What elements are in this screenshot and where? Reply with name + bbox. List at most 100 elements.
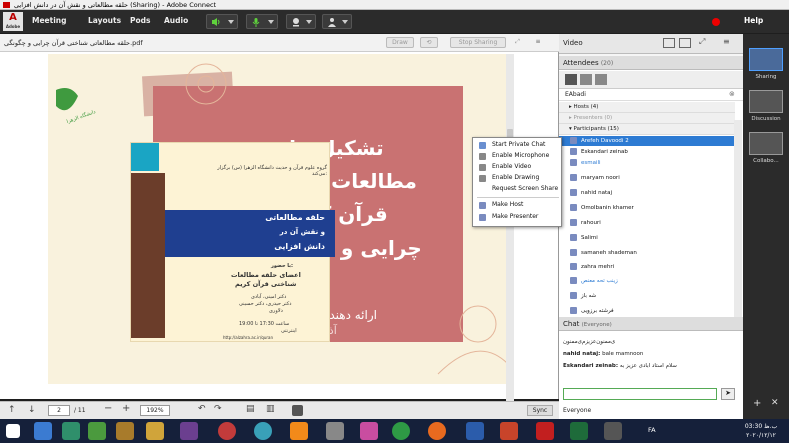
pod-menu-icon[interactable]: ≡ (723, 37, 730, 46)
attendees-scrollbar[interactable] (734, 120, 742, 342)
rotate-right-icon[interactable]: ↷ (214, 404, 222, 414)
word-icon[interactable] (466, 422, 484, 440)
user-icon (570, 234, 577, 241)
attendee-row[interactable]: زینب تحه معنص (559, 276, 735, 286)
taskbar-app-icon[interactable] (360, 422, 378, 440)
make-presenter-menu-item[interactable]: Make Presenter (473, 212, 561, 222)
attendee-row[interactable]: zahra mehri (559, 262, 735, 272)
fullscreen-icon[interactable]: ⤢ (699, 37, 705, 47)
add-layout-icon[interactable]: + (753, 398, 761, 409)
draw-button[interactable]: Draw (386, 37, 414, 48)
taskbar-app-icon[interactable] (180, 422, 198, 440)
user-icon (570, 137, 577, 144)
taskbar-app-icon[interactable] (218, 422, 236, 440)
rotate-left-icon[interactable]: ↶ (198, 404, 206, 414)
grid-view-icon[interactable] (663, 38, 675, 48)
sync-button[interactable]: Sync (527, 405, 553, 416)
layout-sharing-thumb[interactable] (749, 48, 783, 71)
zoom-out-icon[interactable]: − (104, 403, 112, 414)
speaker-button[interactable] (206, 14, 238, 29)
menu-audio[interactable]: Audio (164, 16, 188, 25)
participants-section[interactable]: ▾ Participants (15) (559, 124, 735, 135)
pointer-tool-icon[interactable] (292, 405, 303, 416)
sync-toggle-icon[interactable]: ⟲ (420, 37, 438, 48)
attendee-row[interactable]: Omolbanin khamer (559, 203, 735, 213)
hosts-section[interactable]: ▸ Hosts (4) (559, 102, 735, 113)
make-host-menu-item[interactable]: Make Host (473, 200, 561, 210)
microphone-button[interactable] (246, 14, 278, 29)
taskbar-app-icon[interactable] (116, 422, 134, 440)
taskbar-app-icon[interactable] (88, 422, 106, 440)
stop-sharing-button[interactable]: Stop Sharing (450, 37, 506, 48)
firefox-icon[interactable] (428, 422, 446, 440)
attendee-row[interactable]: Salimi (559, 233, 735, 243)
taskbar-app-icon[interactable] (326, 422, 344, 440)
taskbar-clock[interactable]: 03:30 ب.ظ ۲۰۲۰/۱۲/۱۲ (736, 422, 786, 440)
poster-intro: گروه علوم قرآن و حدیث دانشگاه الزهرا (س)… (217, 165, 327, 177)
record-indicator-icon[interactable] (712, 18, 720, 26)
attendee-row[interactable]: فرشته برزویی (559, 306, 735, 316)
menu-help[interactable]: Help (744, 16, 763, 25)
fit-width-icon[interactable]: ▥ (266, 404, 275, 414)
status-view-icon[interactable] (580, 74, 592, 85)
chat-tab-everyone[interactable]: Everyone (563, 407, 591, 414)
chat-input[interactable] (563, 388, 717, 400)
poster-title-line-3: دانش افزایی (274, 242, 325, 251)
powerpoint-icon[interactable] (500, 422, 518, 440)
send-message-icon[interactable]: ➤ (721, 388, 735, 400)
enable-microphone-menu-item[interactable]: Enable Microphone (473, 151, 561, 161)
attendee-row[interactable]: samaneh shademan (559, 248, 735, 258)
user-icon (570, 159, 577, 166)
enable-drawing-menu-item[interactable]: Enable Drawing (473, 173, 561, 183)
vlc-icon[interactable] (290, 422, 308, 440)
layout-discussion-thumb[interactable] (749, 90, 783, 113)
attendee-row[interactable]: شه باز (559, 291, 735, 301)
presenters-section[interactable]: ▸ Presenters (0) (559, 113, 735, 124)
taskbar-app-icon[interactable] (146, 422, 164, 440)
arrow-down-icon[interactable]: ↓ (28, 405, 36, 415)
arrow-up-icon[interactable]: ↑ (8, 405, 16, 415)
status-icon[interactable]: ⊗ (729, 90, 735, 98)
page-number-input[interactable]: 2 (48, 405, 70, 416)
layout-collaboration-thumb[interactable] (749, 132, 783, 155)
attendee-row[interactable]: Arefeh Davoodi 2 (559, 136, 735, 146)
attendee-row[interactable]: esmaili (559, 158, 735, 168)
close-layout-icon[interactable]: ✕ (771, 398, 779, 408)
list-view-icon[interactable] (565, 74, 577, 85)
taskbar-app-icon[interactable] (62, 422, 80, 440)
layout-sharing-label[interactable]: Sharing (743, 74, 789, 80)
layout-discussion-label[interactable]: Discussion (743, 116, 789, 122)
poster-image: گروه علوم قرآن و حدیث دانشگاه الزهرا (س)… (130, 142, 335, 342)
filmstrip-view-icon[interactable] (679, 38, 691, 48)
adobe-connect-taskbar-icon[interactable] (570, 422, 588, 440)
attendee-row[interactable]: maryam noori (559, 173, 735, 183)
layout-collaboration-label[interactable]: Collabo... (743, 158, 789, 164)
start-private-chat-menu-item[interactable]: Start Private Chat (473, 140, 561, 150)
taskbar-app-icon[interactable] (604, 422, 622, 440)
input-language[interactable]: FA (648, 426, 656, 434)
taskbar-app-icon[interactable] (254, 422, 272, 440)
chrome-icon[interactable] (392, 422, 410, 440)
attendee-options-icon[interactable] (595, 74, 607, 85)
enable-video-menu-item[interactable]: Enable Video (473, 162, 561, 172)
chat-pod-title: Chat (563, 320, 580, 328)
menu-meeting[interactable]: Meeting (32, 16, 67, 25)
zoom-in-icon[interactable]: + (122, 403, 130, 414)
fit-page-icon[interactable]: ▤ (246, 404, 255, 414)
attendee-row[interactable]: Eskandari zeinab (559, 147, 735, 157)
zoom-select[interactable]: 192% (140, 405, 170, 416)
pod-menu-icon[interactable]: ≡ (531, 37, 545, 48)
webcam-button[interactable] (286, 14, 316, 29)
request-screen-share-menu-item[interactable]: Request Screen Share (473, 184, 561, 194)
attendee-row[interactable]: nahid nataj (559, 188, 735, 198)
menu-pods[interactable]: Pods (130, 16, 150, 25)
share-scrollbar[interactable] (506, 54, 514, 419)
raise-hand-button[interactable] (322, 14, 352, 29)
menu-layouts[interactable]: Layouts (88, 16, 121, 25)
fullscreen-icon[interactable]: ⤢ (511, 37, 524, 48)
attendee-row[interactable]: rahouri (559, 218, 735, 228)
start-icon[interactable] (6, 424, 20, 438)
acrobat-icon[interactable] (536, 422, 554, 440)
taskbar-app-icon[interactable] (34, 422, 52, 440)
poster-logo-icon (131, 143, 159, 171)
